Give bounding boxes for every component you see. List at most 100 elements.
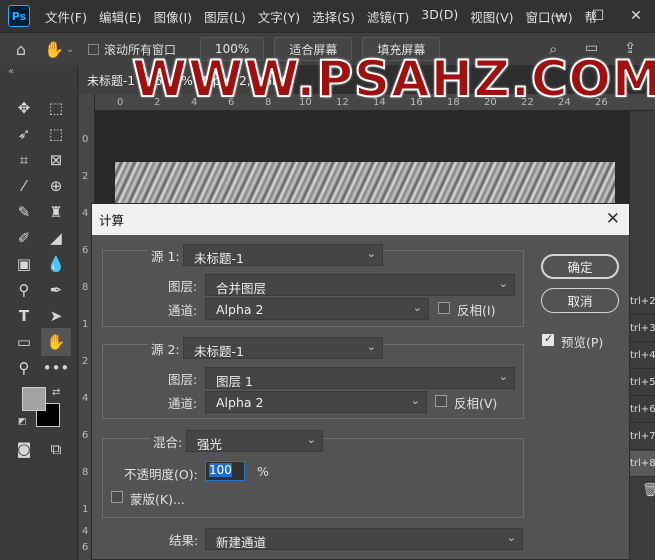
move-tool-icon[interactable]: ✥ <box>12 96 36 120</box>
chevron-down-icon: ⌄ <box>366 340 376 353</box>
source2-invert-checkbox[interactable] <box>435 395 447 407</box>
hand-tool-active-icon[interactable]: ✋ <box>41 328 71 356</box>
mask-label[interactable]: 蒙版(K)... <box>130 489 185 508</box>
default-colors-icon[interactable]: ◩ <box>18 417 27 427</box>
pen-tool-icon[interactable]: ✒ <box>44 278 68 302</box>
menu-type[interactable]: 文字(Y) <box>252 7 306 26</box>
ruler-tick-label: 1 <box>82 504 89 515</box>
source2-layer-select[interactable]: 图层 1 ⌄ <box>205 367 515 389</box>
hand-tool-icon[interactable]: ✋ <box>42 40 66 59</box>
stamp-tool-icon[interactable]: ♜ <box>44 200 68 224</box>
lasso-tool-icon[interactable]: ➶ <box>12 122 36 146</box>
ruler-tick-label: 2 <box>82 356 89 367</box>
quick-select-tool-icon[interactable]: ⬚ <box>44 122 68 146</box>
quick-mask-icon[interactable]: ◙ <box>12 437 36 461</box>
menu-layer[interactable]: 图层(L) <box>198 7 252 26</box>
maximize-button[interactable]: ☐ <box>579 8 617 24</box>
ruler-tick-label: 8 <box>82 282 89 293</box>
opacity-unit: % <box>257 464 269 479</box>
result-select[interactable]: 新建通道 ⌄ <box>205 528 523 550</box>
preview-label[interactable]: 预览(P) <box>561 332 603 351</box>
source1-label: 源 1: <box>148 246 183 265</box>
zoom-tool-icon[interactable]: ⚲ <box>12 356 36 380</box>
chevron-down-icon: ⌄ <box>498 277 508 290</box>
home-icon[interactable]: ⌂ <box>0 40 42 59</box>
chevron-down-icon: ⌄ <box>498 370 508 383</box>
ruler-tick-label: 6 <box>82 245 89 256</box>
path-select-tool-icon[interactable]: ➤ <box>44 304 68 328</box>
eyedropper-tool-icon[interactable]: ⁄ <box>12 174 36 198</box>
dialog-title-bar: 计算 ✕ <box>92 204 629 235</box>
source2-value: 未标题-1 <box>194 344 244 359</box>
opacity-label: 不透明度(O): <box>124 467 198 482</box>
screen-mode-icon[interactable]: ⧉ <box>44 437 68 461</box>
mask-checkbox[interactable] <box>111 491 123 503</box>
history-brush-tool-icon[interactable]: ✐ <box>12 226 36 250</box>
source1-select[interactable]: 未标题-1 ⌄ <box>183 244 383 266</box>
dodge-tool-icon[interactable]: ⚲ <box>12 278 36 302</box>
opacity-input[interactable]: 100 <box>205 461 245 481</box>
channel-row[interactable]: trl+5 <box>630 370 655 396</box>
photoshop-logo: Ps <box>8 5 30 27</box>
menu-edit[interactable]: 编辑(E) <box>93 7 148 26</box>
source1-channel-value: Alpha 2 <box>216 302 264 317</box>
ruler-tick-label: 8 <box>82 467 89 478</box>
ruler-tick-label: 6 <box>82 542 89 553</box>
chevron-down-icon[interactable]: ⌄ <box>66 44 82 55</box>
menu-file[interactable]: 文件(F) <box>39 7 93 26</box>
swap-colors-icon[interactable]: ⇄ <box>52 387 60 398</box>
channel-row[interactable]: trl+2 <box>630 289 655 315</box>
type-tool-icon[interactable]: T <box>12 304 36 328</box>
blend-mode-select[interactable]: 强光 ⌄ <box>186 430 323 452</box>
source1-invert-checkbox[interactable] <box>438 302 450 314</box>
source1-channel-select[interactable]: Alpha 2 ⌄ <box>205 298 429 320</box>
close-icon[interactable]: ✕ <box>606 209 620 229</box>
source2-label: 源 2: <box>148 339 183 358</box>
channel-row[interactable]: trl+6 <box>630 397 655 423</box>
frame-tool-icon[interactable]: ⊠ <box>44 148 68 172</box>
menu-view[interactable]: 视图(V) <box>464 7 519 26</box>
ruler-tick-label: 1 <box>82 319 89 330</box>
channel-row[interactable]: trl+7 <box>630 424 655 450</box>
channel-row[interactable]: trl+3 <box>630 316 655 342</box>
menu-image[interactable]: 图像(I) <box>148 7 198 26</box>
minimize-button[interactable]: — <box>541 8 579 24</box>
blend-mode-value: 强光 <box>197 437 223 452</box>
source2-channel-select[interactable]: Alpha 2 ⌄ <box>205 391 427 413</box>
menu-filter[interactable]: 滤镜(T) <box>361 7 415 26</box>
chevron-down-icon: ⌄ <box>410 394 420 407</box>
ok-button[interactable]: 确定 <box>541 254 619 279</box>
blur-tool-icon[interactable]: 💧 <box>44 252 68 276</box>
opacity-value: 100 <box>209 463 232 477</box>
collapse-icon[interactable]: « <box>8 66 14 77</box>
more-tools-icon[interactable]: ••• <box>43 356 70 380</box>
trash-icon[interactable]: 🗑 <box>642 483 655 498</box>
menu-select[interactable]: 选择(S) <box>306 7 361 26</box>
close-window-button[interactable]: ✕ <box>617 8 655 24</box>
source2-select[interactable]: 未标题-1 ⌄ <box>183 337 383 359</box>
source1-invert-label[interactable]: 反相(I) <box>457 300 495 319</box>
chevron-down-icon: ⌄ <box>506 531 516 544</box>
source1-channel-label: 通道: <box>168 303 198 318</box>
marquee-tool-icon[interactable]: ⬚ <box>44 96 68 120</box>
source1-layer-value: 合并图层 <box>216 281 267 296</box>
brush-tool-icon[interactable]: ✎ <box>12 200 36 224</box>
gradient-tool-icon[interactable]: ▣ <box>12 252 36 276</box>
rectangle-tool-icon[interactable]: ▭ <box>12 330 36 354</box>
cancel-button[interactable]: 取消 <box>541 288 619 313</box>
tools-panel: « ✥ ⬚ ➶ ⬚ ⌗ ⊠ ⁄ ⊕ ✎ ♜ ✐ ◢ ▣ 💧 ⚲ ✒ T ➤ ▭ … <box>0 65 78 560</box>
channel-row[interactable]: trl+4 <box>630 343 655 369</box>
crop-tool-icon[interactable]: ⌗ <box>12 148 36 172</box>
window-controls: — ☐ ✕ <box>541 0 655 32</box>
foreground-color-swatch[interactable] <box>22 387 46 411</box>
eraser-tool-icon[interactable]: ◢ <box>44 226 68 250</box>
ruler-tick-label: 0 <box>117 97 124 108</box>
channel-row[interactable]: trl+8 <box>630 451 655 477</box>
source2-invert-label[interactable]: 反相(V) <box>454 393 497 412</box>
preview-checkbox[interactable] <box>542 332 554 346</box>
ruler-tick-label: 6 <box>82 430 89 441</box>
menu-3d[interactable]: 3D(D) <box>415 7 464 26</box>
result-label: 结果: <box>169 533 199 548</box>
spot-heal-tool-icon[interactable]: ⊕ <box>44 174 68 198</box>
source1-layer-select[interactable]: 合并图层 ⌄ <box>205 274 515 296</box>
